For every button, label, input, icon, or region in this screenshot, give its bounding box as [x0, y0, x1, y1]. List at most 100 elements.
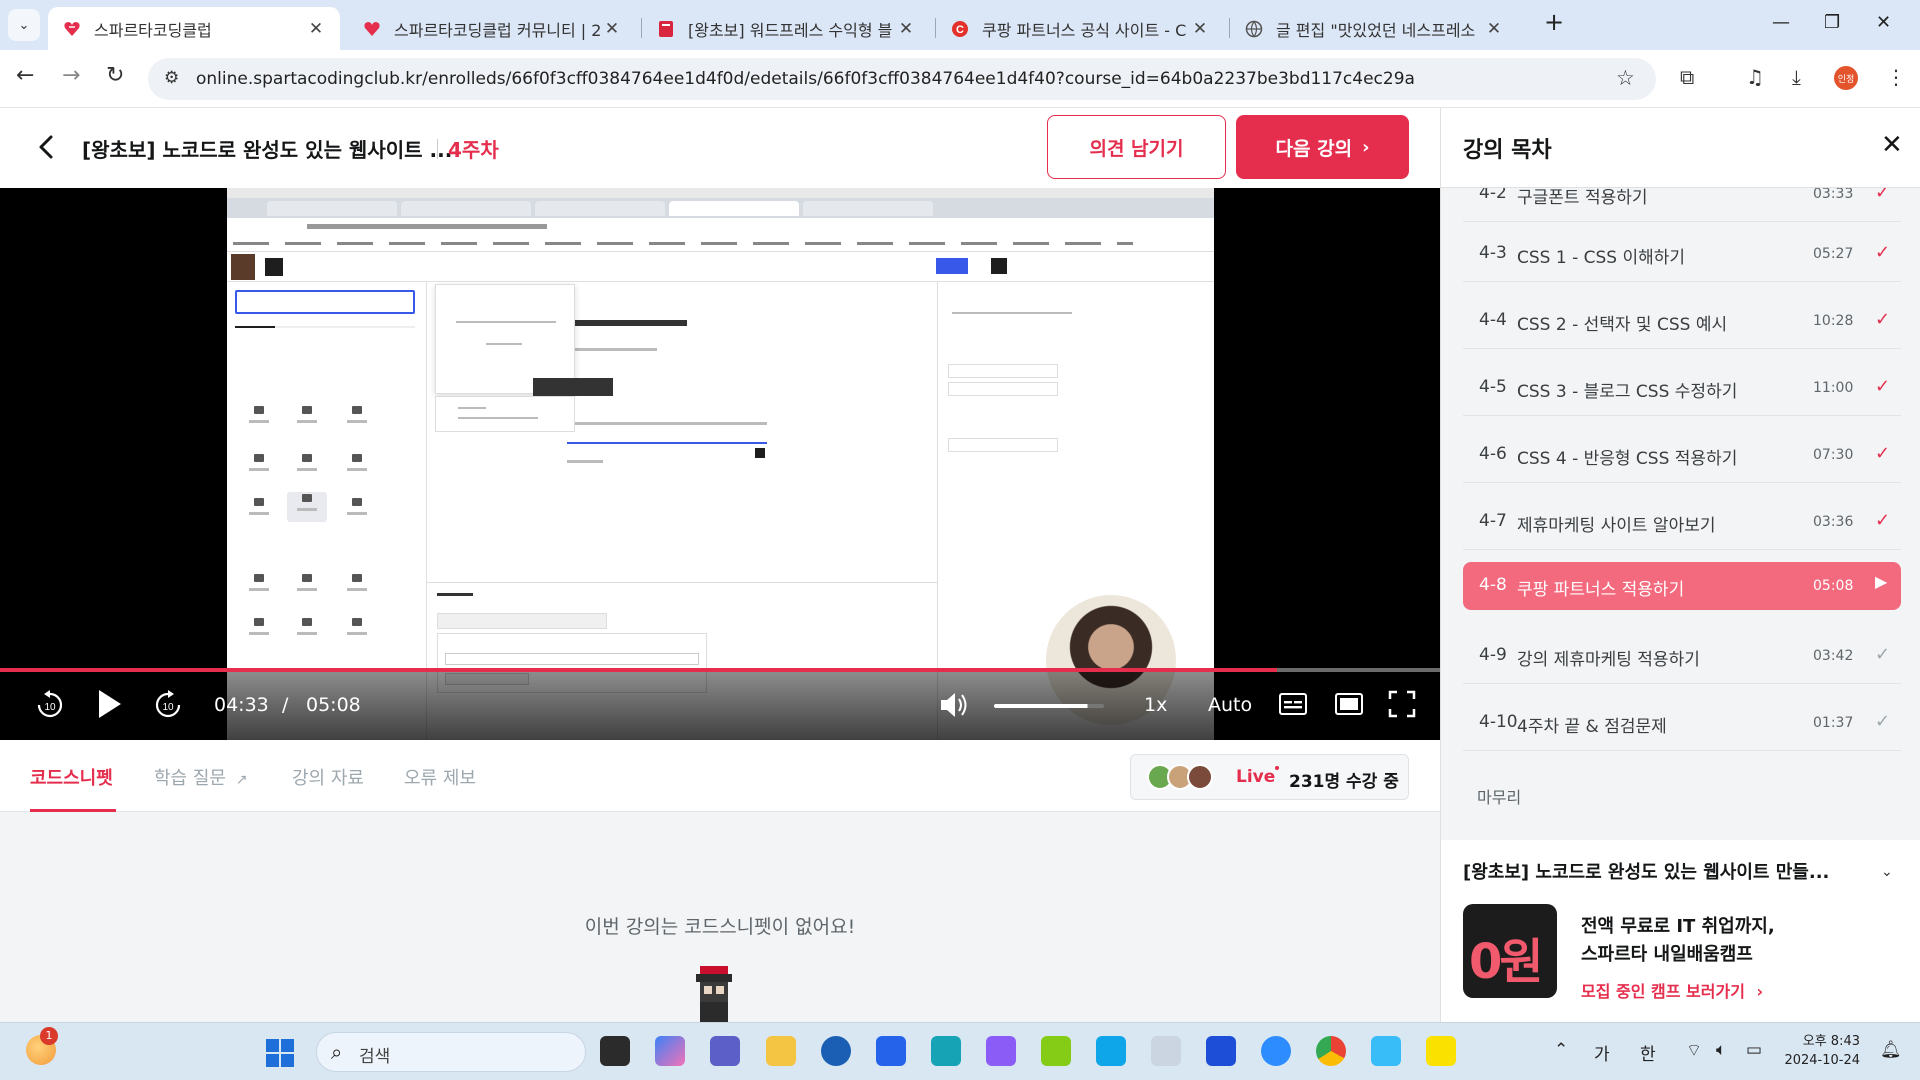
- site-settings-icon[interactable]: ⚙: [164, 68, 179, 88]
- playback-speed[interactable]: 1x: [1144, 694, 1167, 716]
- zoom-app-icon[interactable]: [1261, 1036, 1291, 1066]
- next-lecture-label: 다음 강의: [1275, 137, 1353, 160]
- curriculum-item[interactable]: 4-5 CSS 3 - 블로그 CSS 수정하기 11:00 ✓: [1463, 362, 1901, 416]
- ime-mode-1[interactable]: 가: [1594, 1040, 1610, 1065]
- back-chevron-icon[interactable]: [36, 132, 56, 170]
- lecture-duration: 03:42: [1813, 648, 1854, 664]
- task-view-icon[interactable]: [600, 1036, 630, 1066]
- store-icon[interactable]: [876, 1036, 906, 1066]
- copilot-icon[interactable]: [655, 1036, 685, 1066]
- reload-icon[interactable]: ↻: [106, 63, 124, 88]
- video-controls: 10 10 04:33 / 05:08 1x Auto: [0, 672, 1440, 740]
- promo-link[interactable]: 모집 중인 캠프 보러가기 ›: [1581, 978, 1763, 1002]
- curriculum-item[interactable]: 4-6 CSS 4 - 반응형 CSS 적용하기 07:30 ✓: [1463, 429, 1901, 483]
- browser-tab-4[interactable]: C 쿠팡 파트너스 공식 사이트 - C ✕: [936, 7, 1224, 50]
- tab-learning-questions-label: 학습 질문: [154, 768, 226, 789]
- windows-taskbar: 1 ⌕ 검색 ⌃ 가 한 ⌔ 🔈︎ ▭ 오후 8:43 2024-10-24 🔔…: [0, 1022, 1920, 1080]
- tab-close-icon[interactable]: ✕: [1484, 19, 1504, 39]
- tab-code-snippet[interactable]: 코드스니펫: [30, 764, 113, 790]
- curriculum-item-current[interactable]: 4-8 쿠팡 파트너스 적용하기 05:08 ▶: [1463, 562, 1901, 610]
- play-icon[interactable]: [94, 686, 124, 726]
- eye-app-icon[interactable]: [1151, 1036, 1181, 1066]
- browser-tab-5[interactable]: 글 편집 "맛있었던 네스프레소 ✕: [1230, 7, 1518, 50]
- forward-10-icon[interactable]: 10: [152, 688, 184, 726]
- sidebar-title: 강의 목차: [1463, 138, 1552, 163]
- tab-search-button[interactable]: ⌄: [8, 9, 40, 41]
- rewind-10-icon[interactable]: 10: [34, 688, 66, 726]
- live-label: Live: [1236, 767, 1276, 787]
- browser-tab-2[interactable]: 스파르타코딩클럽 커뮤니티 | 2 ✕: [348, 7, 636, 50]
- media-controls-icon[interactable]: ♫: [1746, 65, 1764, 89]
- quality-selector[interactable]: Auto: [1208, 694, 1252, 716]
- back-arrow-icon[interactable]: ←: [16, 63, 34, 88]
- kakaotalk-icon[interactable]: [1426, 1036, 1456, 1066]
- curriculum-item[interactable]: 4-3 CSS 1 - CSS 이해하기 05:27 ✓: [1463, 228, 1901, 282]
- curriculum-item[interactable]: 4-9 강의 제휴마케팅 적용하기 03:42 ✓: [1463, 630, 1901, 684]
- tab-close-icon[interactable]: ✕: [602, 19, 622, 39]
- tab-lecture-materials[interactable]: 강의 자료: [292, 764, 364, 790]
- lecture-number: 4-10: [1479, 712, 1518, 732]
- live-count: 231명 수강 중: [1289, 772, 1399, 792]
- new-tab-icon[interactable]: +: [1544, 8, 1564, 36]
- bookmark-star-icon[interactable]: ☆: [1616, 66, 1635, 90]
- tab-learning-questions[interactable]: 학습 질문 ↗: [154, 764, 247, 790]
- file-explorer-icon[interactable]: [766, 1036, 796, 1066]
- week-label: 4주차: [448, 138, 499, 162]
- curriculum-item[interactable]: 4-10 4주차 끝 & 점검문제 01:37 ✓: [1463, 697, 1901, 751]
- empty-snippet-message: 이번 강의는 코드스니펫이 없어요!: [584, 916, 856, 938]
- course-title[interactable]: [왕초보] 노코드로 완성도 있는 웹사이트 만들...: [1463, 858, 1829, 884]
- wifi-icon[interactable]: ⌔: [1686, 1040, 1702, 1061]
- tab-close-icon[interactable]: ✕: [306, 19, 326, 39]
- notification-bell-icon[interactable]: 🔔︎: [1880, 1040, 1902, 1060]
- course-title: [왕초보] 노코드로 완성도 있는 웹사이트 ...: [82, 138, 453, 162]
- battery-icon[interactable]: ▭: [1746, 1040, 1762, 1060]
- curriculum-item[interactable]: 4-4 CSS 2 - 선택자 및 CSS 예시 10:28 ✓: [1463, 295, 1901, 349]
- download-icon[interactable]: ⤓: [1792, 65, 1801, 89]
- feedback-button[interactable]: 의견 남기기: [1047, 115, 1226, 179]
- volume-icon[interactable]: [938, 690, 970, 724]
- video-bookmarks-bar: [227, 236, 1214, 252]
- restore-icon[interactable]: ❐: [1824, 12, 1840, 33]
- notes-app-icon[interactable]: [986, 1036, 1016, 1066]
- minimize-icon[interactable]: —: [1772, 12, 1790, 33]
- tray-overflow-icon[interactable]: ⌃: [1554, 1040, 1568, 1060]
- wrapup-section[interactable]: 마무리: [1477, 784, 1521, 808]
- subtitles-icon[interactable]: [1278, 692, 1308, 720]
- chevron-down-icon[interactable]: ⌄: [1881, 864, 1893, 880]
- browser-tab-3[interactable]: [왕초보] 워드프레스 수익형 블 ✕: [642, 7, 930, 50]
- teams-icon[interactable]: [710, 1036, 740, 1066]
- extensions-icon[interactable]: ⧉: [1680, 65, 1694, 89]
- profile-avatar[interactable]: 인정: [1834, 66, 1858, 90]
- curriculum-sidebar: 4-2 구글폰트 적용하기 03:33 ✓ 강의 목차 ✕ 4-3 CSS 1 …: [1440, 108, 1920, 1022]
- lecture-number: 4-8: [1479, 575, 1507, 595]
- volume-slider[interactable]: [994, 704, 1104, 708]
- taskbar-search[interactable]: ⌕ 검색: [316, 1032, 586, 1072]
- game-app-icon[interactable]: [1041, 1036, 1071, 1066]
- next-lecture-button[interactable]: 다음 강의 ›: [1236, 115, 1409, 179]
- speaker-icon[interactable]: 🔈︎: [1716, 1040, 1726, 1060]
- tab-close-icon[interactable]: ✕: [896, 19, 916, 39]
- forward-arrow-icon[interactable]: →: [62, 63, 80, 88]
- ime-mode-2[interactable]: 한: [1640, 1040, 1656, 1065]
- browser-tab-1[interactable]: 스파르타코딩클럽 ✕: [48, 7, 340, 50]
- address-bar[interactable]: ⚙ online.spartacodingclub.kr/enrolleds/6…: [148, 58, 1656, 100]
- dsm-app-icon[interactable]: [1206, 1036, 1236, 1066]
- fullscreen-icon[interactable]: [1388, 690, 1416, 722]
- video-player[interactable]: 10 10 04:33 / 05:08 1x Auto: [0, 188, 1440, 740]
- tab-error-report[interactable]: 오류 제보: [404, 764, 476, 790]
- chrome-menu-icon[interactable]: ⋮: [1886, 65, 1906, 89]
- chrome-app-icon[interactable]: [1316, 1036, 1346, 1066]
- video-wp-highlight: [533, 378, 613, 396]
- taskbar-clock[interactable]: 오후 8:43 2024-10-24: [1780, 1032, 1860, 1070]
- curriculum-item[interactable]: 4-7 제휴마케팅 사이트 알아보기 03:36 ✓: [1463, 496, 1901, 550]
- news-app-icon[interactable]: [1096, 1036, 1126, 1066]
- sync-app-icon[interactable]: [931, 1036, 961, 1066]
- korean-app-icon[interactable]: [1371, 1036, 1401, 1066]
- windows-start-icon[interactable]: [266, 1039, 294, 1071]
- window-close-icon[interactable]: ✕: [1876, 12, 1891, 33]
- sidebar-close-icon[interactable]: ✕: [1881, 130, 1903, 160]
- theater-mode-icon[interactable]: [1334, 692, 1364, 720]
- lecture-duration: 03:36: [1813, 514, 1854, 530]
- tab-close-icon[interactable]: ✕: [1190, 19, 1210, 39]
- app-circle-icon[interactable]: [821, 1036, 851, 1066]
